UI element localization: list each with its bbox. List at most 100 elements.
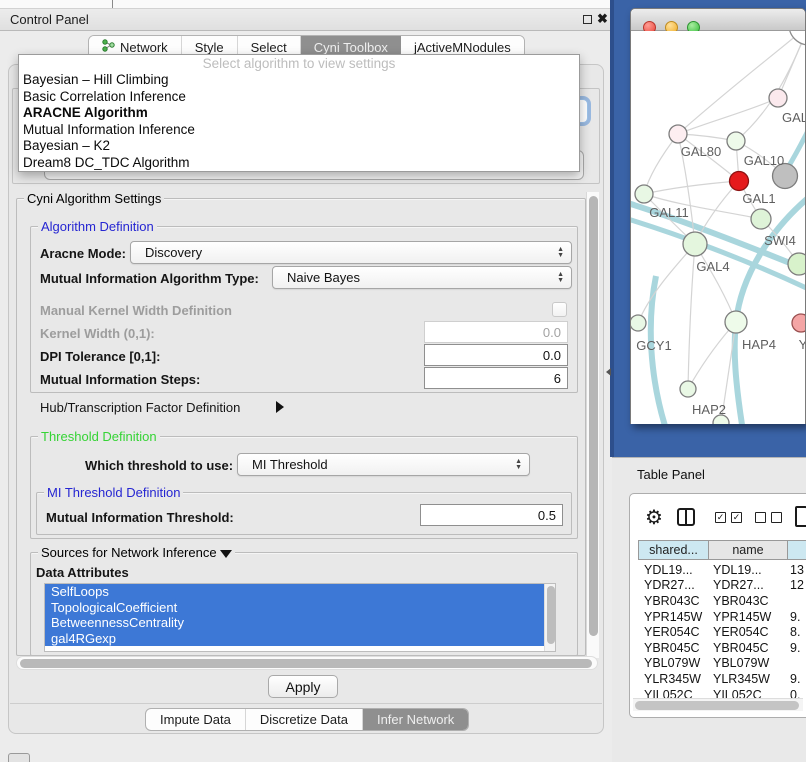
mi-steps-field[interactable]: 6 (424, 367, 568, 389)
node-label: GAL4 (696, 259, 729, 274)
node-gal4[interactable] (683, 232, 707, 256)
table-row[interactable]: YDL19...YDL19...13 (638, 562, 806, 578)
unchecked-checkbox-icon[interactable] (755, 512, 766, 523)
divider (10, 703, 602, 704)
node-gal11[interactable] (635, 185, 653, 203)
node-label: SWI4 (764, 233, 796, 248)
node-mid-green[interactable] (751, 209, 771, 229)
close-icon[interactable]: ✖ (597, 11, 608, 27)
tab-discretize-data[interactable]: Discretize Data (246, 709, 363, 730)
document-icon[interactable] (795, 506, 806, 527)
node-gal-pink[interactable] (769, 89, 787, 107)
aracne-mode-select[interactable]: Discovery ▲▼ (130, 241, 572, 264)
cyni-bottom-tabs: Impute Data Discretize Data Infer Networ… (145, 708, 469, 731)
node-label: HAP4 (742, 337, 776, 352)
table-row[interactable]: YBR043CYBR043C (638, 593, 806, 609)
control-panel-titlebar: Control Panel ✖ (0, 9, 612, 31)
dropdown-item[interactable]: Mutual Information Inference (19, 122, 579, 139)
manual-kernel-width-label: Manual Kernel Width Definition (40, 303, 232, 318)
table-horizontal-scrollbar[interactable] (633, 698, 803, 711)
node-gal1[interactable] (730, 172, 749, 191)
kernel-width-field[interactable]: 0.0 (424, 321, 568, 343)
node-label: GAL10 (744, 153, 784, 168)
column-header-shared[interactable]: shared... (639, 541, 709, 559)
dropdown-item[interactable]: Bayesian – Hill Climbing (19, 72, 579, 89)
node-hap2[interactable] (680, 381, 696, 397)
mi-threshold-field[interactable]: 0.5 (420, 504, 563, 526)
which-threshold-select[interactable]: MI Threshold ▲▼ (237, 453, 530, 476)
corner-grip[interactable] (8, 753, 30, 762)
checked-checkbox-icon[interactable]: ✓ (731, 512, 742, 523)
table-row[interactable]: YIL052CYIL052C0. (638, 687, 806, 698)
threshold-definition-title: Threshold Definition (38, 429, 160, 444)
list-scrollbar[interactable] (544, 584, 555, 651)
stepper-arrows-icon: ▲▼ (557, 272, 564, 284)
control-panel-title: Control Panel (10, 12, 89, 27)
dropdown-placeholder: Select algorithm to view settings (19, 56, 579, 72)
column-header-partial[interactable] (788, 541, 806, 559)
table-row[interactable]: YBL079WYBL079W (638, 656, 806, 672)
dropdown-item[interactable]: Dream8 DC_TDC Algorithm (19, 155, 579, 172)
data-attributes-list[interactable]: SelfLoops TopologicalCoefficient Between… (44, 583, 556, 652)
columns-icon[interactable] (677, 508, 695, 526)
table-row[interactable]: YDR27...YDR27...12 (638, 578, 806, 594)
dpi-tolerance-field[interactable]: 0.0 (424, 344, 568, 366)
dropdown-item[interactable]: ARACNE Algorithm (19, 105, 579, 122)
table-row[interactable]: YER054CYER054C8. (638, 624, 806, 640)
gear-icon[interactable]: ⚙ (645, 505, 663, 530)
hub-definition-label: Hub/Transcription Factor Definition (40, 400, 240, 415)
list-item[interactable]: BetweennessCentrality (45, 615, 546, 631)
node-salmon[interactable] (792, 314, 805, 332)
algorithm-dropdown-list: Select algorithm to view settings Bayesi… (18, 54, 580, 172)
unchecked-checkbox-icon[interactable] (771, 512, 782, 523)
mi-algorithm-type-label: Mutual Information Algorithm Type: (40, 271, 259, 286)
table-header: shared... name (638, 540, 806, 560)
node-label: GCY1 (636, 338, 671, 353)
aracne-mode-label: Aracne Mode: (40, 246, 126, 261)
network-canvas[interactable]: GAL GAL80 GAL10 GAL1 GAL11 GAL4 SWI4 GCY… (631, 31, 805, 424)
data-attributes-label: Data Attributes (36, 565, 129, 580)
sources-title: Sources for Network Inference (38, 545, 235, 560)
which-threshold-label: Which threshold to use: (85, 458, 233, 473)
apply-button[interactable]: Apply (268, 675, 338, 698)
tab-infer-network[interactable]: Infer Network (363, 709, 468, 730)
screen: Control Panel ✖ Network Style Select Cyn… (0, 0, 806, 762)
node-label: Y (799, 337, 805, 352)
node-gal10[interactable] (727, 132, 745, 150)
mi-threshold-definition-title: MI Threshold Definition (44, 485, 183, 500)
cyni-algorithm-settings-title: Cyni Algorithm Settings (24, 191, 164, 206)
node-label: GAL11 (649, 205, 689, 220)
list-item[interactable]: gal4RGexp (45, 631, 546, 647)
mi-algorithm-type-select[interactable]: Naive Bayes ▲▼ (272, 266, 572, 289)
collapse-down-icon[interactable] (220, 550, 232, 558)
dropdown-item[interactable]: Bayesian – K2 (19, 138, 579, 155)
node-hap4[interactable] (725, 311, 747, 333)
splitpane-collapse-icon[interactable] (606, 368, 611, 376)
table-row[interactable]: YLR345WYLR345W9. (638, 671, 806, 687)
list-item[interactable]: TopologicalCoefficient (45, 600, 546, 616)
node-label: GAL (782, 110, 805, 125)
tab-network-label: Network (120, 40, 168, 55)
table-row[interactable]: YPR145WYPR145W9. (638, 609, 806, 625)
dropdown-item[interactable]: Basic Correlation Inference (19, 89, 579, 106)
node-gcy1[interactable] (631, 315, 646, 331)
node-swi4[interactable] (788, 253, 805, 275)
checked-checkbox-icon[interactable]: ✓ (715, 512, 726, 523)
network-window-titlebar[interactable] (631, 9, 805, 31)
float-window-icon[interactable] (583, 15, 592, 24)
column-header-name[interactable]: name (709, 541, 788, 559)
kernel-width-label: Kernel Width (0,1): (40, 326, 155, 341)
tab-impute-data[interactable]: Impute Data (146, 709, 246, 730)
stepper-arrows-icon: ▲▼ (515, 459, 522, 471)
settings-vertical-scrollbar[interactable] (586, 192, 599, 658)
node-top-partial[interactable] (789, 31, 805, 45)
node-label: GAL1 (742, 191, 775, 206)
settings-horizontal-scrollbar[interactable] (16, 656, 598, 670)
expand-right-icon[interactable] (276, 400, 284, 418)
top-tick (112, 0, 113, 8)
manual-kernel-width-checkbox[interactable] (552, 302, 567, 317)
node-gal80[interactable] (669, 125, 687, 143)
list-item[interactable]: SelfLoops (45, 584, 546, 600)
table-row[interactable]: YBR045CYBR045C9. (638, 640, 806, 656)
table-rows: YDL19...YDL19...13 YDR27...YDR27...12 YB… (638, 562, 806, 698)
